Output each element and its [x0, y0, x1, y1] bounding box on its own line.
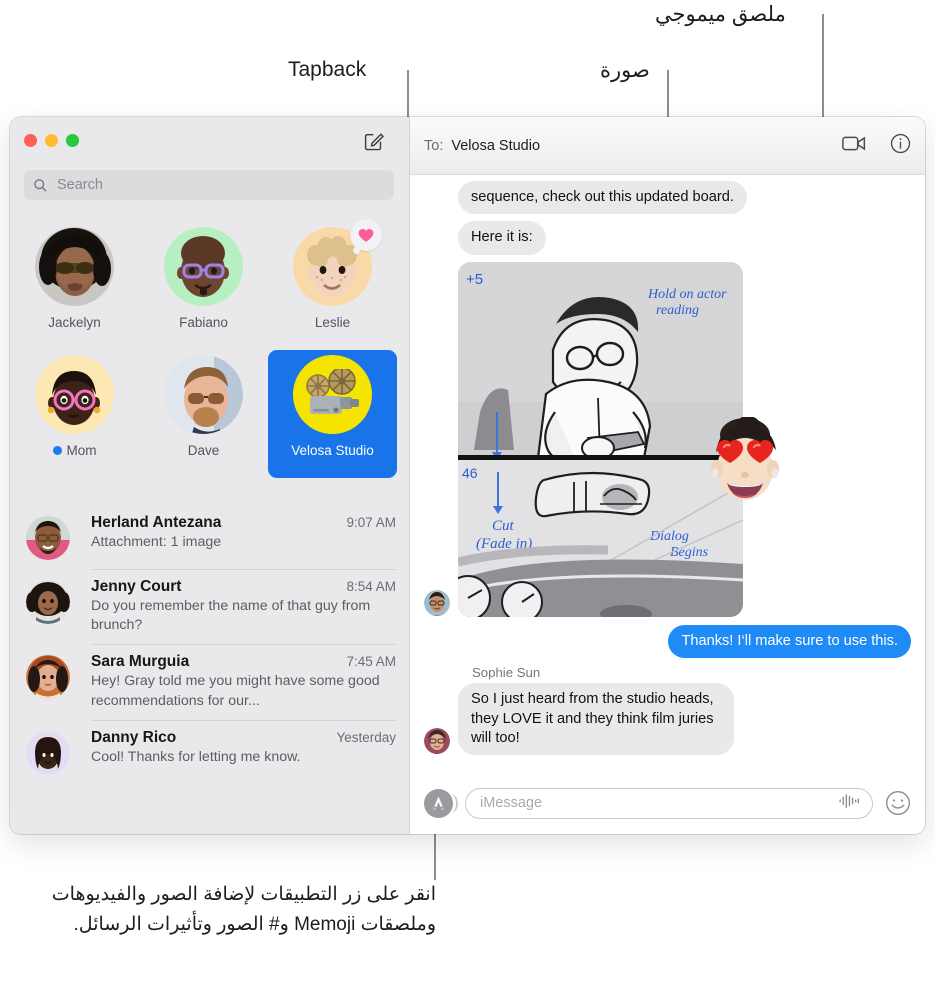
window-traffic-lights: [24, 134, 79, 147]
pinned-item-label: Jackelyn: [48, 315, 101, 330]
message-bubble-incoming[interactable]: So I just heard from the studio heads, t…: [453, 683, 734, 756]
avatar: [26, 655, 70, 700]
message-row: Here it is:: [424, 221, 911, 255]
callout-caption-apps-button: انقر على زر التطبيقات لإضافة الصور والفي…: [51, 884, 436, 936]
imessage-input[interactable]: [478, 794, 838, 812]
conversation-pane: To: Velosa Studio sequence, check out th…: [410, 117, 925, 834]
sidebar: Jackelyn: [10, 117, 410, 834]
storyboard-annotation: reading: [656, 303, 699, 318]
conversation-time: 7:45 AM: [346, 654, 396, 670]
conversation-snippet: Do you remember the name of that guy fro…: [91, 598, 371, 634]
conversation-time: Yesterday: [336, 729, 396, 745]
minimize-button[interactable]: [45, 134, 58, 147]
avatar: [26, 516, 70, 560]
close-button[interactable]: [24, 134, 37, 147]
avatar: [293, 219, 382, 306]
avatar: [35, 227, 114, 306]
pinned-item-fabiano[interactable]: Fabiano: [139, 222, 268, 350]
message-row: sequence, check out this updated board.: [424, 181, 911, 215]
pinned-conversations: Jackelyn Fabiano Leslie Mom Dave Velosa …: [10, 219, 410, 478]
search-icon: [34, 178, 47, 192]
pinned-item-name: Jackelyn: [48, 315, 101, 330]
video-camera-icon[interactable]: [842, 135, 866, 157]
tapback-heart-badge[interactable]: [350, 219, 382, 254]
storyboard-annotation: 46: [462, 465, 478, 481]
conversation-name: Jenny Court: [91, 578, 182, 595]
storyboard-annotation: Hold on actor: [647, 287, 727, 302]
avatar: [26, 730, 70, 775]
imessage-field[interactable]: [465, 787, 873, 819]
pinned-item-name: Dave: [187, 443, 220, 458]
compose-icon[interactable]: [363, 130, 385, 152]
heart-eye-right: [747, 439, 773, 463]
list-item[interactable]: Jenny Court 8:54 AM Do you remember the …: [10, 569, 410, 644]
zoom-button[interactable]: [66, 134, 79, 147]
storyboard-annotation: Cut: [492, 518, 515, 534]
message-row-image: +5 Hold on actor reading 46 Cut (Fade in…: [424, 261, 911, 617]
list-item[interactable]: Danny Rico Yesterday Cool! Thanks for le…: [10, 719, 410, 784]
pinned-item-label: Leslie: [315, 315, 350, 330]
pinned-item-name: Mom: [66, 443, 97, 458]
message-input-bar: [410, 772, 925, 834]
pinned-item-leslie[interactable]: Leslie: [268, 219, 397, 350]
pinned-item-name: Velosa Studio: [291, 443, 374, 458]
message-row: So I just heard from the studio heads, t…: [424, 683, 911, 756]
message-bubble-incoming[interactable]: sequence, check out this updated board.: [458, 181, 747, 215]
conversation-name: Danny Rico: [91, 728, 177, 746]
storyboard-image[interactable]: +5 Hold on actor reading 46 Cut (Fade in…: [458, 261, 743, 617]
search-input[interactable]: [55, 176, 379, 194]
avatar: [424, 728, 450, 755]
pinned-item-mom[interactable]: Mom: [10, 350, 139, 478]
audio-waveform-icon[interactable]: [838, 793, 860, 814]
avatar: [35, 355, 114, 434]
conversation-time: 9:07 AM: [346, 515, 396, 530]
message-bubble-outgoing[interactable]: Thanks! I‘ll make sure to use this.: [668, 624, 916, 659]
storyboard-annotation: +5: [466, 271, 483, 288]
pinned-item-label: Mom: [52, 443, 97, 458]
conversation-snippet: Cool! Thanks for letting me know.: [91, 748, 301, 765]
callout-label-tapback: Tapback: [288, 58, 367, 81]
conversation-header: To: Velosa Studio: [410, 117, 925, 175]
pinned-item-label: Fabiano: [179, 315, 228, 330]
header-actions: [842, 133, 911, 159]
search-field[interactable]: [24, 170, 394, 200]
conversation-name: Sara Murguia: [91, 653, 190, 671]
pinned-item-velosa-studio[interactable]: Velosa Studio: [268, 350, 397, 478]
pinned-item-name: Fabiano: [179, 315, 228, 330]
pinned-item-label: Velosa Studio: [291, 443, 374, 458]
avatar: [293, 355, 372, 434]
pinned-item-jackelyn[interactable]: Jackelyn: [10, 222, 139, 350]
conversation-list: Herland Antezana 9:07 AM Attachment: 1 i…: [10, 505, 410, 784]
list-item[interactable]: Sara Murguia 7:45 AM Hey! Gray told me y…: [10, 644, 410, 719]
callout-label-memoji-sticker: ملصق ميموجي: [655, 3, 786, 26]
info-icon[interactable]: [890, 133, 911, 159]
conversation-snippet: Hey! Gray told me you might have some go…: [91, 673, 380, 709]
message-sender-name: Sophie Sun: [472, 665, 541, 681]
smiley-face-icon[interactable]: [885, 790, 911, 816]
conversation-time: 8:54 AM: [346, 579, 396, 594]
recipient-name[interactable]: Velosa Studio: [451, 138, 540, 154]
conversation-snippet: Attachment: 1 image: [91, 534, 222, 550]
conversation-name: Herland Antezana: [91, 514, 222, 531]
avatar: [164, 227, 243, 306]
avatar: [164, 355, 243, 434]
heart-icon: [358, 228, 374, 242]
storyboard-annotation: Begins: [670, 545, 709, 560]
message-bubble-incoming[interactable]: Here it is:: [458, 221, 546, 255]
avatar: [424, 589, 450, 616]
pinned-item-label: Dave: [188, 443, 220, 458]
storyboard-annotation: Dialog: [649, 529, 689, 544]
film-projector-icon: [305, 368, 359, 414]
pinned-item-dave[interactable]: Dave: [139, 350, 268, 478]
callout-label-photo: صورة: [600, 59, 650, 82]
message-row-outgoing: Thanks! I‘ll make sure to use this.: [424, 624, 916, 659]
avatar: [26, 580, 70, 624]
message-thread[interactable]: sequence, check out this updated board. …: [410, 175, 925, 772]
unread-indicator-dot: [52, 446, 62, 455]
apps-store-icon[interactable]: [424, 788, 458, 818]
list-item[interactable]: Herland Antezana 9:07 AM Attachment: 1 i…: [10, 505, 410, 569]
to-label: To:: [424, 137, 444, 154]
messages-window: Jackelyn: [10, 117, 925, 834]
pinned-item-name: Leslie: [314, 315, 351, 330]
